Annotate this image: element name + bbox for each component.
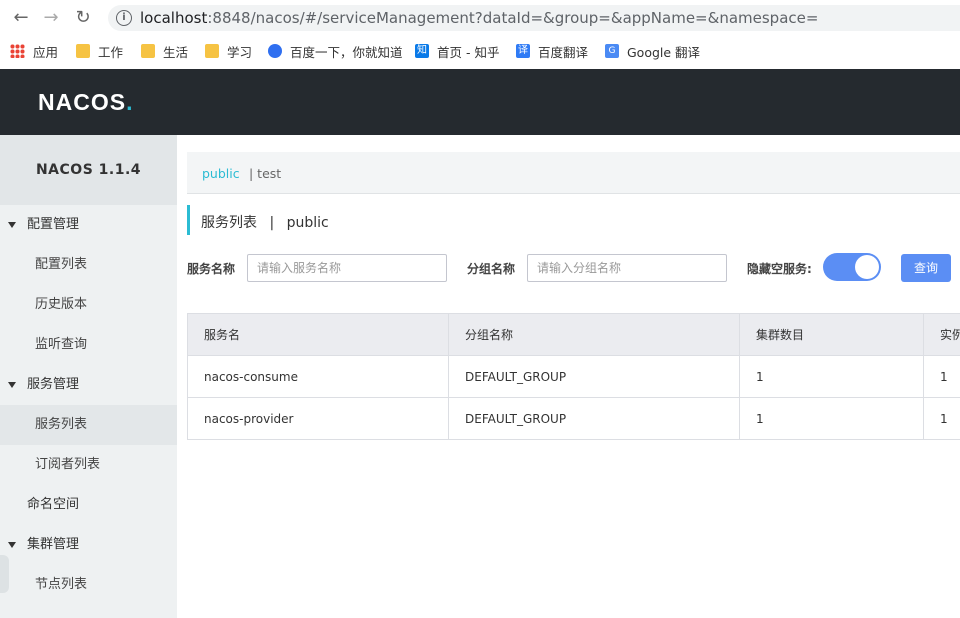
table-row[interactable]: nacos-consume DEFAULT_GROUP 1 1 (187, 356, 960, 398)
bookmark-google-translate[interactable]: G Google 翻译 (605, 42, 700, 60)
sidebar-item-label: 命名空间 (27, 497, 80, 512)
cell-service-name: nacos-consume (188, 356, 449, 398)
page-title: 服务列表 | public (187, 205, 329, 235)
service-name-label: 服务名称 (187, 262, 236, 276)
bookmark-label: 生活 (163, 44, 189, 60)
sidebar-item-label: 监听查询 (35, 337, 88, 352)
sidebar-item-label: 服务列表 (35, 417, 88, 432)
arrow-right-icon[interactable]: → (40, 7, 62, 29)
sidebar-item-namespace[interactable]: 命名空间 (0, 485, 177, 525)
table-row[interactable]: nacos-provider DEFAULT_GROUP 1 1 (187, 398, 960, 440)
cell-group-name: DEFAULT_GROUP (449, 398, 740, 440)
apps-grid-icon (10, 44, 25, 58)
sidebar-item-label: 配置管理 (27, 217, 80, 232)
cell-instances: 1 (940, 412, 948, 426)
bookmark-label: 学习 (227, 44, 253, 60)
bookmark-study[interactable]: 学习 (205, 42, 252, 60)
sidebar-group-service[interactable]: 服务管理 (0, 365, 177, 405)
google-translate-icon: G (605, 44, 619, 58)
cell-cluster-count: 1 (740, 356, 924, 398)
url-path: :8848/nacos/#/serviceManagement?dataId=&… (207, 9, 819, 27)
column-header-group-name[interactable]: 分组名称 (449, 314, 740, 356)
page-title-text: 服务列表 (201, 215, 257, 231)
sidebar-group-config[interactable]: 配置管理 (0, 205, 177, 245)
folder-icon (205, 44, 219, 58)
bookmark-label: 百度翻译 (538, 44, 589, 60)
bookmarks-bar: 应用 工作 生活 学习 百度一下，你就知道 知 首页 - 知乎 译 百度翻译 G… (0, 36, 960, 66)
browser-address-bar: ← → ↻ i localhost:8848/nacos/#/serviceMa… (0, 0, 960, 36)
url-text: localhost:8848/nacos/#/serviceManagement… (140, 9, 818, 27)
column-header-instances[interactable]: 实例 (924, 314, 960, 356)
sidebar-group-cluster[interactable]: 集群管理 (0, 525, 177, 565)
query-button[interactable]: 查询 (901, 254, 951, 282)
site-info-icon[interactable]: i (116, 10, 132, 26)
namespace-tab-test[interactable]: | test (249, 166, 281, 181)
arrow-left-icon[interactable]: ← (10, 7, 32, 29)
zhihu-icon: 知 (415, 44, 429, 58)
namespace-bar: public | test (187, 152, 960, 194)
app-header: NACOS. (0, 69, 960, 135)
cell-group-name: DEFAULT_GROUP (449, 356, 740, 398)
sidebar-item-label: 节点列表 (35, 577, 88, 592)
folder-icon (141, 44, 155, 58)
sidebar-item-subscribers[interactable]: 订阅者列表 (0, 445, 177, 485)
column-header-cluster-count[interactable]: 集群数目 (740, 314, 924, 356)
bookmark-baidu-translate[interactable]: 译 百度翻译 (516, 42, 588, 60)
baidu-paw-icon (268, 44, 282, 58)
bookmark-apps[interactable]: 应用 (10, 42, 58, 60)
sidebar-item-label: 配置列表 (35, 257, 88, 272)
toggle-knob (855, 255, 879, 279)
folder-icon (76, 44, 90, 58)
namespace-tab-public[interactable]: public (202, 166, 240, 181)
bookmark-label: 工作 (98, 44, 124, 60)
table-header-row: 服务名 分组名称 集群数目 实例 (187, 314, 960, 356)
group-name-label: 分组名称 (467, 262, 516, 276)
logo-dot: . (126, 89, 134, 115)
bookmark-label: Google 翻译 (627, 44, 701, 60)
bookmark-work[interactable]: 工作 (76, 42, 123, 60)
page-title-namespace: public (286, 215, 329, 231)
sidebar-collapse-handle[interactable] (0, 555, 9, 593)
sidebar-item-label: 服务管理 (27, 377, 80, 392)
service-name-input[interactable]: 请输入服务名称 (247, 254, 447, 282)
cell-service-name: nacos-provider (188, 398, 449, 440)
caret-down-icon (8, 222, 16, 228)
baidu-translate-icon: 译 (516, 44, 530, 58)
sidebar-item-label: 集群管理 (27, 537, 80, 552)
sidebar-item-config-list[interactable]: 配置列表 (0, 245, 177, 285)
sidebar-item-label: 订阅者列表 (35, 457, 101, 472)
hide-empty-toggle[interactable] (823, 253, 881, 281)
bookmark-zhihu[interactable]: 知 首页 - 知乎 (415, 42, 499, 60)
url-field[interactable]: i localhost:8848/nacos/#/serviceManageme… (108, 5, 960, 31)
nacos-logo[interactable]: NACOS. (38, 89, 133, 116)
sidebar-item-label: 历史版本 (35, 297, 88, 312)
bookmark-baidu[interactable]: 百度一下，你就知道 (268, 42, 403, 60)
sidebar-item-history[interactable]: 历史版本 (0, 285, 177, 325)
version-label: NACOS 1.1.4 (0, 135, 177, 205)
logo-text: NACOS (38, 89, 127, 115)
sidebar: NACOS 1.1.4 配置管理 配置列表 历史版本 监听查询 服务管理 服务列… (0, 135, 177, 618)
column-header-service-name[interactable]: 服务名 (188, 314, 449, 356)
bookmark-label: 应用 (33, 44, 59, 60)
page-title-separator: | (269, 215, 275, 231)
sidebar-item-listener-query[interactable]: 监听查询 (0, 325, 177, 365)
cell-cluster-count: 1 (740, 398, 924, 440)
cell-instances: 1 (940, 370, 948, 384)
hide-empty-label: 隐藏空服务: (747, 262, 812, 276)
sidebar-item-service-list[interactable]: 服务列表 (0, 405, 177, 445)
service-table: 服务名 分组名称 集群数目 实例 nacos-consume DEFAULT_G… (187, 313, 960, 440)
sidebar-item-node-list[interactable]: 节点列表 (0, 565, 177, 605)
caret-down-icon (8, 542, 16, 548)
bookmark-label: 百度一下，你就知道 (290, 44, 403, 60)
caret-down-icon (8, 382, 16, 388)
reload-icon[interactable]: ↻ (72, 7, 94, 29)
bookmark-life[interactable]: 生活 (141, 42, 188, 60)
url-host: localhost (140, 9, 208, 27)
group-name-input[interactable]: 请输入分组名称 (527, 254, 727, 282)
bookmark-label: 首页 - 知乎 (437, 44, 500, 60)
